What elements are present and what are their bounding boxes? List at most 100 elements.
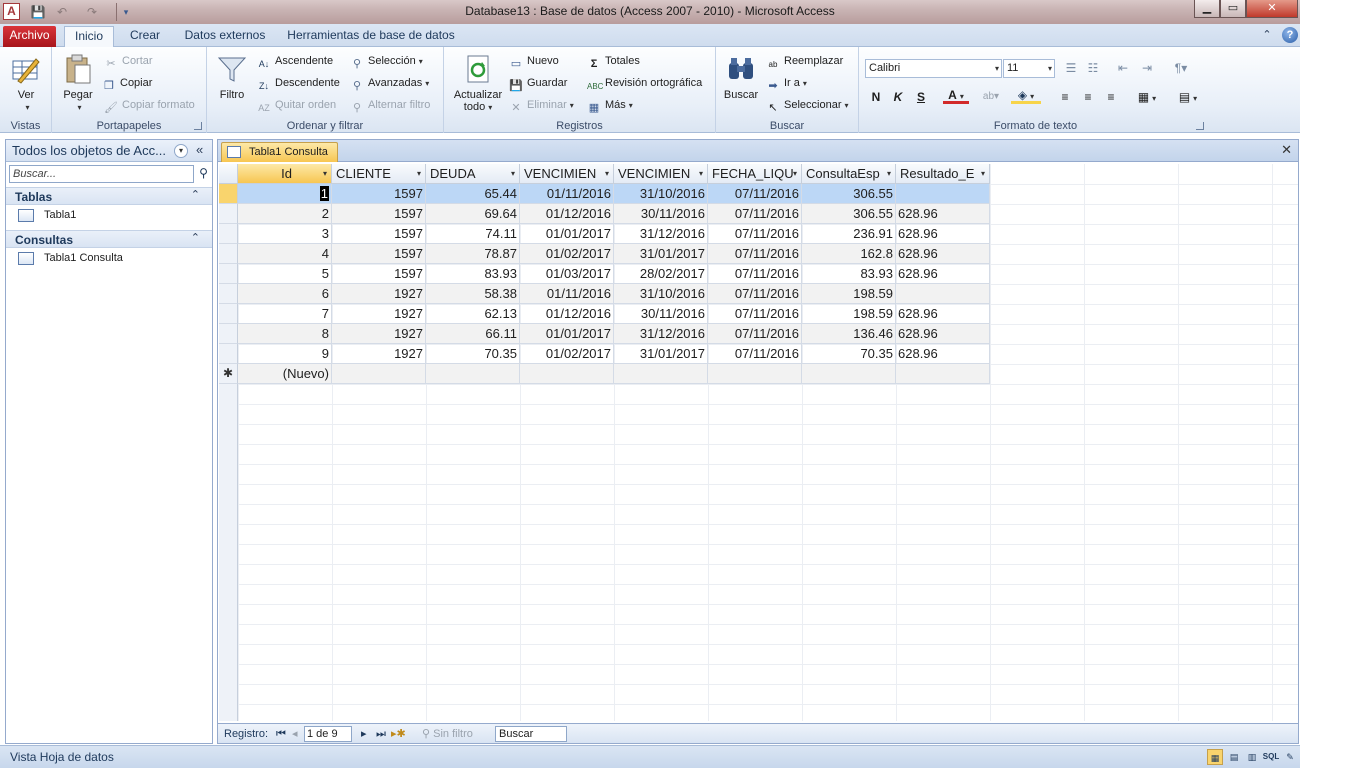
record-selector[interactable] xyxy=(219,264,238,284)
nuevo-button[interactable]: ▭ Nuevo xyxy=(509,52,559,70)
cortar-button[interactable]: ✂ Cortar xyxy=(104,52,152,70)
table-cell[interactable] xyxy=(520,364,614,384)
table-cell[interactable] xyxy=(896,364,990,384)
font-size-dropdown[interactable]: 11 ▾ xyxy=(1003,59,1055,78)
table-cell[interactable]: 31/10/2016 xyxy=(614,284,708,304)
table-cell[interactable] xyxy=(896,284,990,304)
minimize-button[interactable]: ▁ xyxy=(1194,0,1220,18)
select-all-button[interactable] xyxy=(219,164,238,184)
alternate-row-color-icon[interactable]: ▤ ▾ xyxy=(1172,88,1204,106)
table-cell[interactable]: 31/12/2016 xyxy=(614,324,708,344)
column-header[interactable]: Id ▾ xyxy=(238,164,332,184)
table-cell[interactable]: 78.87 xyxy=(426,244,520,264)
align-center-icon[interactable]: ≡ xyxy=(1078,88,1098,106)
search-icon[interactable]: ⚲ xyxy=(196,166,211,181)
table-cell[interactable]: 66.11 xyxy=(426,324,520,344)
pivot-table-view-icon[interactable]: ▤ xyxy=(1226,749,1242,765)
table-cell[interactable]: 4 xyxy=(238,244,332,264)
descendente-button[interactable]: Z↓ Descendente xyxy=(257,74,340,92)
copiar-button[interactable]: ❐ Copiar xyxy=(102,74,152,92)
table-cell[interactable]: 9 xyxy=(238,344,332,364)
record-selector[interactable] xyxy=(219,304,238,324)
nav-section-consultas[interactable]: Consultas ⌃ xyxy=(6,230,212,248)
tab-herramientas[interactable]: Herramientas de base de datos xyxy=(285,26,457,47)
column-header[interactable]: FECHA_LIQU ▾ xyxy=(708,164,802,184)
underline-button[interactable]: S xyxy=(912,88,930,106)
table-cell[interactable]: 3 xyxy=(238,224,332,244)
column-filter-dropdown-icon[interactable]: ▾ xyxy=(323,164,327,183)
table-row[interactable]: 8 1927 66.11 01/01/2017 31/12/2016 07/11/2016… xyxy=(219,324,990,344)
table-cell[interactable]: 306.55 xyxy=(802,204,896,224)
totales-button[interactable]: Σ Totales xyxy=(587,52,640,70)
copiar-formato-button[interactable]: 🖌 Copiar formato xyxy=(104,96,195,114)
mas-button[interactable]: ▦ Más ▾ xyxy=(587,96,633,114)
collapse-section-icon[interactable]: ⌃ xyxy=(191,188,200,201)
table-row[interactable]: 2 1597 69.64 01/12/2016 30/11/2016 07/11/2016… xyxy=(219,204,990,224)
table-cell[interactable]: 1927 xyxy=(332,304,426,324)
table-cell[interactable]: 31/01/2017 xyxy=(614,344,708,364)
column-filter-dropdown-icon[interactable]: ▾ xyxy=(981,164,985,183)
table-cell[interactable]: 01/12/2016 xyxy=(520,304,614,324)
table-cell[interactable]: 1927 xyxy=(332,344,426,364)
table-cell[interactable]: 65.44 xyxy=(426,184,520,204)
table-row[interactable]: 3 1597 74.11 01/01/2017 31/12/2016 07/11/2016… xyxy=(219,224,990,244)
paragraph-direction-icon[interactable]: ¶▾ xyxy=(1169,59,1193,77)
table-row[interactable]: 4 1597 78.87 01/02/2017 31/01/2017 07/11/2016… xyxy=(219,244,990,264)
nav-section-tablas[interactable]: Tablas ⌃ xyxy=(6,187,212,205)
previous-record-icon[interactable]: ◂ xyxy=(292,727,298,741)
table-cell[interactable] xyxy=(802,364,896,384)
table-cell[interactable] xyxy=(708,364,802,384)
table-cell[interactable]: 07/11/2016 xyxy=(708,324,802,344)
record-search-input[interactable]: Buscar xyxy=(495,726,567,742)
column-filter-dropdown-icon[interactable]: ▾ xyxy=(793,164,797,183)
table-cell[interactable]: 236.91 xyxy=(802,224,896,244)
table-cell[interactable]: 1 xyxy=(238,184,332,204)
table-cell[interactable]: 31/10/2016 xyxy=(614,184,708,204)
table-cell[interactable]: 70.35 xyxy=(426,344,520,364)
column-filter-dropdown-icon[interactable]: ▾ xyxy=(887,164,891,183)
record-selector[interactable] xyxy=(219,184,238,204)
table-cell[interactable]: 58.38 xyxy=(426,284,520,304)
table-cell[interactable]: 628.96 xyxy=(896,264,990,284)
table-cell[interactable]: 31/12/2016 xyxy=(614,224,708,244)
italic-button[interactable]: K xyxy=(889,88,907,106)
nav-title[interactable]: Todos los objetos de Acc... xyxy=(12,143,166,158)
table-row[interactable]: 1 1597 65.44 01/11/2016 31/10/2016 07/11/2016… xyxy=(219,184,990,204)
table-cell[interactable]: 30/11/2016 xyxy=(614,204,708,224)
table-cell[interactable]: 628.96 xyxy=(896,324,990,344)
ver-button[interactable]: Ver ▾ xyxy=(6,53,46,114)
tab-datos-externos[interactable]: Datos externos xyxy=(180,26,270,47)
help-icon[interactable]: ? xyxy=(1282,27,1298,43)
quitar-orden-button[interactable]: AZ Quitar orden xyxy=(257,96,336,114)
formato-launcher-icon[interactable] xyxy=(1196,122,1204,130)
table-row[interactable]: 6 1927 58.38 01/11/2016 31/10/2016 07/11/2016… xyxy=(219,284,990,304)
table-cell[interactable]: 07/11/2016 xyxy=(708,304,802,324)
column-header[interactable]: DEUDA ▾ xyxy=(426,164,520,184)
next-record-icon[interactable]: ▸ xyxy=(361,727,367,741)
table-cell[interactable]: 01/01/2017 xyxy=(520,224,614,244)
table-cell[interactable]: 1597 xyxy=(332,244,426,264)
new-record-row[interactable]: ✱ (Nuevo) xyxy=(219,364,990,384)
table-cell[interactable]: 01/12/2016 xyxy=(520,204,614,224)
new-record-nav-icon[interactable]: ▸✱ xyxy=(391,727,406,741)
first-record-icon[interactable]: ⏮ xyxy=(276,727,286,741)
sql-view-button[interactable]: SQL xyxy=(1262,749,1280,765)
nav-item-tabla1-consulta[interactable]: Tabla1 Consulta xyxy=(6,249,212,269)
table-cell[interactable]: 8 xyxy=(238,324,332,344)
table-row[interactable]: 9 1927 70.35 01/02/2017 31/01/2017 07/11/2016… xyxy=(219,344,990,364)
column-header[interactable]: ConsultaEsp ▾ xyxy=(802,164,896,184)
table-cell[interactable]: 1597 xyxy=(332,264,426,284)
table-cell[interactable]: 31/01/2017 xyxy=(614,244,708,264)
table-cell[interactable]: 1597 xyxy=(332,184,426,204)
record-selector[interactable] xyxy=(219,324,238,344)
table-cell[interactable]: 74.11 xyxy=(426,224,520,244)
column-header[interactable]: VENCIMIEN ▾ xyxy=(520,164,614,184)
table-cell[interactable]: 136.46 xyxy=(802,324,896,344)
table-cell[interactable]: 628.96 xyxy=(896,224,990,244)
seleccion-button[interactable]: ⚲ Selección ▾ xyxy=(350,52,423,70)
tab-inicio[interactable]: Inicio xyxy=(64,26,114,47)
record-position-input[interactable]: 1 de 9 xyxy=(304,726,352,742)
avanzadas-button[interactable]: ⚲ Avanzadas ▾ xyxy=(350,74,429,92)
table-cell[interactable] xyxy=(332,364,426,384)
reemplazar-button[interactable]: ab Reemplazar xyxy=(766,52,844,70)
